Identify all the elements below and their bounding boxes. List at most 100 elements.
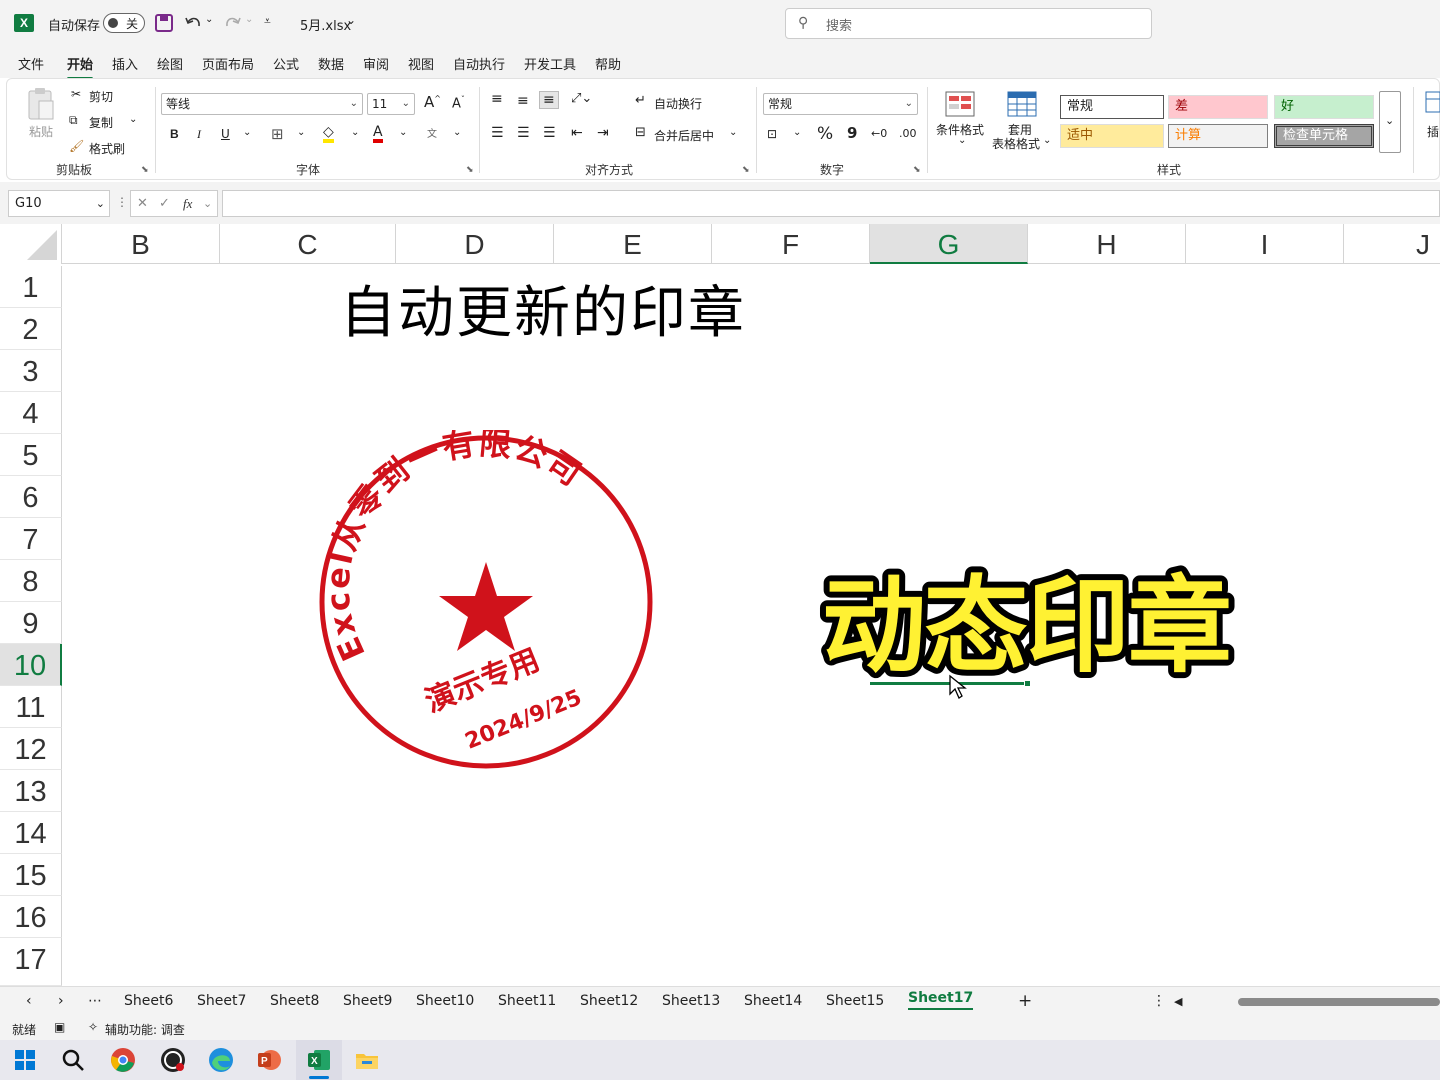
increase-decimal-icon[interactable]: ←0 bbox=[871, 127, 887, 140]
chrome-icon[interactable] bbox=[110, 1047, 136, 1073]
undo-icon[interactable] bbox=[184, 14, 202, 32]
column-header-d[interactable]: D bbox=[396, 224, 554, 264]
row-header-15[interactable]: 15 bbox=[0, 854, 62, 896]
scroll-left-icon[interactable]: ◀ bbox=[1174, 995, 1182, 1008]
row-header-3[interactable]: 3 bbox=[0, 350, 62, 392]
tab-review[interactable]: 审阅 bbox=[363, 54, 389, 73]
column-header-b[interactable]: B bbox=[62, 224, 220, 264]
number-format-select[interactable]: 常规 ⌄ bbox=[763, 93, 918, 115]
style-good[interactable]: 好 bbox=[1274, 95, 1374, 119]
format-as-table-button[interactable]: 套用 表格格式 ⌄ bbox=[989, 89, 1055, 159]
windows-start-icon[interactable] bbox=[12, 1047, 38, 1073]
accounting-dropdown-icon[interactable]: ⌄ bbox=[793, 127, 801, 138]
sheet-tab[interactable]: Sheet14 bbox=[744, 993, 802, 1009]
style-neutral[interactable]: 适中 bbox=[1060, 124, 1164, 148]
cut-button[interactable]: 剪切 bbox=[89, 88, 113, 105]
copy-button[interactable]: 复制 bbox=[89, 114, 113, 131]
autosave-toggle[interactable]: 关 bbox=[103, 13, 145, 33]
tab-page-layout[interactable]: 页面布局 bbox=[202, 54, 254, 73]
tab-view[interactable]: 视图 bbox=[408, 54, 434, 73]
tab-file[interactable]: 文件 bbox=[18, 54, 44, 73]
borders-dropdown-icon[interactable]: ⌄ bbox=[297, 127, 305, 138]
column-header-h[interactable]: H bbox=[1028, 224, 1186, 264]
paste-button[interactable]: 粘贴 bbox=[25, 87, 57, 151]
sheet-tab-active[interactable]: Sheet17 bbox=[908, 990, 974, 1010]
redo-icon[interactable] bbox=[224, 14, 242, 32]
row-header-7[interactable]: 7 bbox=[0, 518, 62, 560]
enter-icon[interactable]: ✓ bbox=[159, 191, 170, 216]
increase-font-icon[interactable]: A^ bbox=[424, 93, 441, 111]
obs-icon[interactable] bbox=[160, 1047, 186, 1073]
font-color-icon[interactable]: A bbox=[373, 125, 383, 143]
scroll-tabs-right-icon[interactable]: › bbox=[58, 993, 64, 1009]
comma-style-button[interactable]: 9 bbox=[847, 124, 857, 142]
row-header-1[interactable]: 1 bbox=[0, 266, 62, 308]
fill-handle[interactable] bbox=[1024, 680, 1031, 687]
phonetic-dropdown-icon[interactable]: ⌄ bbox=[453, 127, 461, 138]
align-middle-icon[interactable]: ≡ bbox=[517, 93, 529, 109]
style-check-cell[interactable]: 检查单元格 bbox=[1274, 124, 1374, 148]
insert-function-button[interactable]: fx bbox=[183, 191, 192, 216]
insert-cells-icon[interactable] bbox=[1425, 91, 1440, 121]
tab-home[interactable]: 开始 bbox=[67, 54, 94, 80]
row-header-4[interactable]: 4 bbox=[0, 392, 62, 434]
column-header-i[interactable]: I bbox=[1186, 224, 1344, 264]
row-header-5[interactable]: 5 bbox=[0, 434, 62, 476]
style-calculation[interactable]: 计算 bbox=[1168, 124, 1268, 148]
sheet-tab[interactable]: Sheet12 bbox=[580, 993, 638, 1009]
italic-button[interactable]: I bbox=[197, 127, 201, 142]
cancel-icon[interactable]: ✕ bbox=[137, 191, 148, 216]
file-name[interactable]: 5月.xlsx bbox=[300, 15, 351, 34]
sheet-tab[interactable]: Sheet13 bbox=[662, 993, 720, 1009]
formula-input[interactable] bbox=[222, 190, 1440, 217]
search-box[interactable]: ⚲ 搜索 bbox=[785, 8, 1152, 39]
tab-developer[interactable]: 开发工具 bbox=[524, 54, 576, 73]
row-header-11[interactable]: 11 bbox=[0, 686, 62, 728]
more-options-icon[interactable]: ⋮ bbox=[1152, 993, 1166, 1009]
style-bad[interactable]: 差 bbox=[1168, 95, 1268, 119]
align-top-icon[interactable]: ≡ bbox=[491, 91, 503, 107]
column-header-e[interactable]: E bbox=[554, 224, 712, 264]
undo-dropdown-icon[interactable]: ⌄ bbox=[205, 14, 213, 25]
font-name-select[interactable]: 等线 ⌄ bbox=[161, 93, 363, 115]
row-header-17[interactable]: 17 bbox=[0, 938, 62, 986]
styles-gallery-more-button[interactable]: ⌄ bbox=[1379, 91, 1401, 153]
accounting-format-icon[interactable]: ⊡ bbox=[767, 127, 777, 141]
font-color-dropdown-icon[interactable]: ⌄ bbox=[399, 127, 407, 138]
tab-data[interactable]: 数据 bbox=[318, 54, 344, 73]
borders-icon[interactable]: ⊞ bbox=[271, 125, 284, 143]
align-center-icon[interactable]: ☰ bbox=[517, 125, 530, 141]
dialog-launcher-icon[interactable]: ⬊ bbox=[141, 165, 149, 175]
edge-icon[interactable] bbox=[208, 1047, 234, 1073]
chevron-down-icon[interactable]: ⌄ bbox=[346, 13, 356, 27]
dialog-launcher-icon[interactable]: ⬊ bbox=[466, 165, 474, 175]
redo-dropdown-icon[interactable]: ⌄ bbox=[245, 14, 253, 25]
sheet-tab[interactable]: Sheet8 bbox=[270, 993, 319, 1009]
increase-indent-icon[interactable]: ⇥ bbox=[597, 125, 609, 141]
customize-toolbar-icon[interactable]: ⩡ bbox=[264, 14, 271, 29]
dialog-launcher-icon[interactable]: ⬊ bbox=[913, 165, 921, 175]
fill-color-icon[interactable]: ◇ bbox=[323, 125, 334, 143]
tab-help[interactable]: 帮助 bbox=[595, 54, 621, 73]
wrap-text-button[interactable]: 自动换行 bbox=[654, 95, 702, 112]
add-sheet-icon[interactable]: + bbox=[1018, 991, 1032, 1011]
align-right-icon[interactable]: ☰ bbox=[543, 125, 556, 141]
merge-center-button[interactable]: 合并后居中 bbox=[654, 127, 714, 144]
format-painter-button[interactable]: 格式刷 bbox=[89, 140, 125, 157]
row-header-12[interactable]: 12 bbox=[0, 728, 62, 770]
row-header-2[interactable]: 2 bbox=[0, 308, 62, 350]
orientation-icon[interactable]: ⤢⌄ bbox=[571, 91, 592, 106]
excel-taskbar-active[interactable]: X bbox=[296, 1040, 342, 1080]
copy-dropdown-icon[interactable]: ⌄ bbox=[129, 114, 137, 125]
phonetic-icon[interactable]: 文 bbox=[427, 125, 437, 140]
column-header-j[interactable]: J bbox=[1344, 224, 1440, 264]
fill-dropdown-icon[interactable]: ⌄ bbox=[351, 127, 359, 138]
more-options-icon[interactable]: ⋮ bbox=[116, 195, 128, 209]
align-left-icon[interactable]: ☰ bbox=[491, 125, 504, 141]
sheet-tab[interactable]: Sheet10 bbox=[416, 993, 474, 1009]
row-header-14[interactable]: 14 bbox=[0, 812, 62, 854]
tab-draw[interactable]: 绘图 bbox=[157, 54, 183, 73]
tab-automate[interactable]: 自动执行 bbox=[453, 54, 505, 73]
scroll-tabs-left-icon[interactable]: ‹ bbox=[26, 993, 32, 1009]
dialog-launcher-icon[interactable]: ⬊ bbox=[742, 165, 750, 175]
